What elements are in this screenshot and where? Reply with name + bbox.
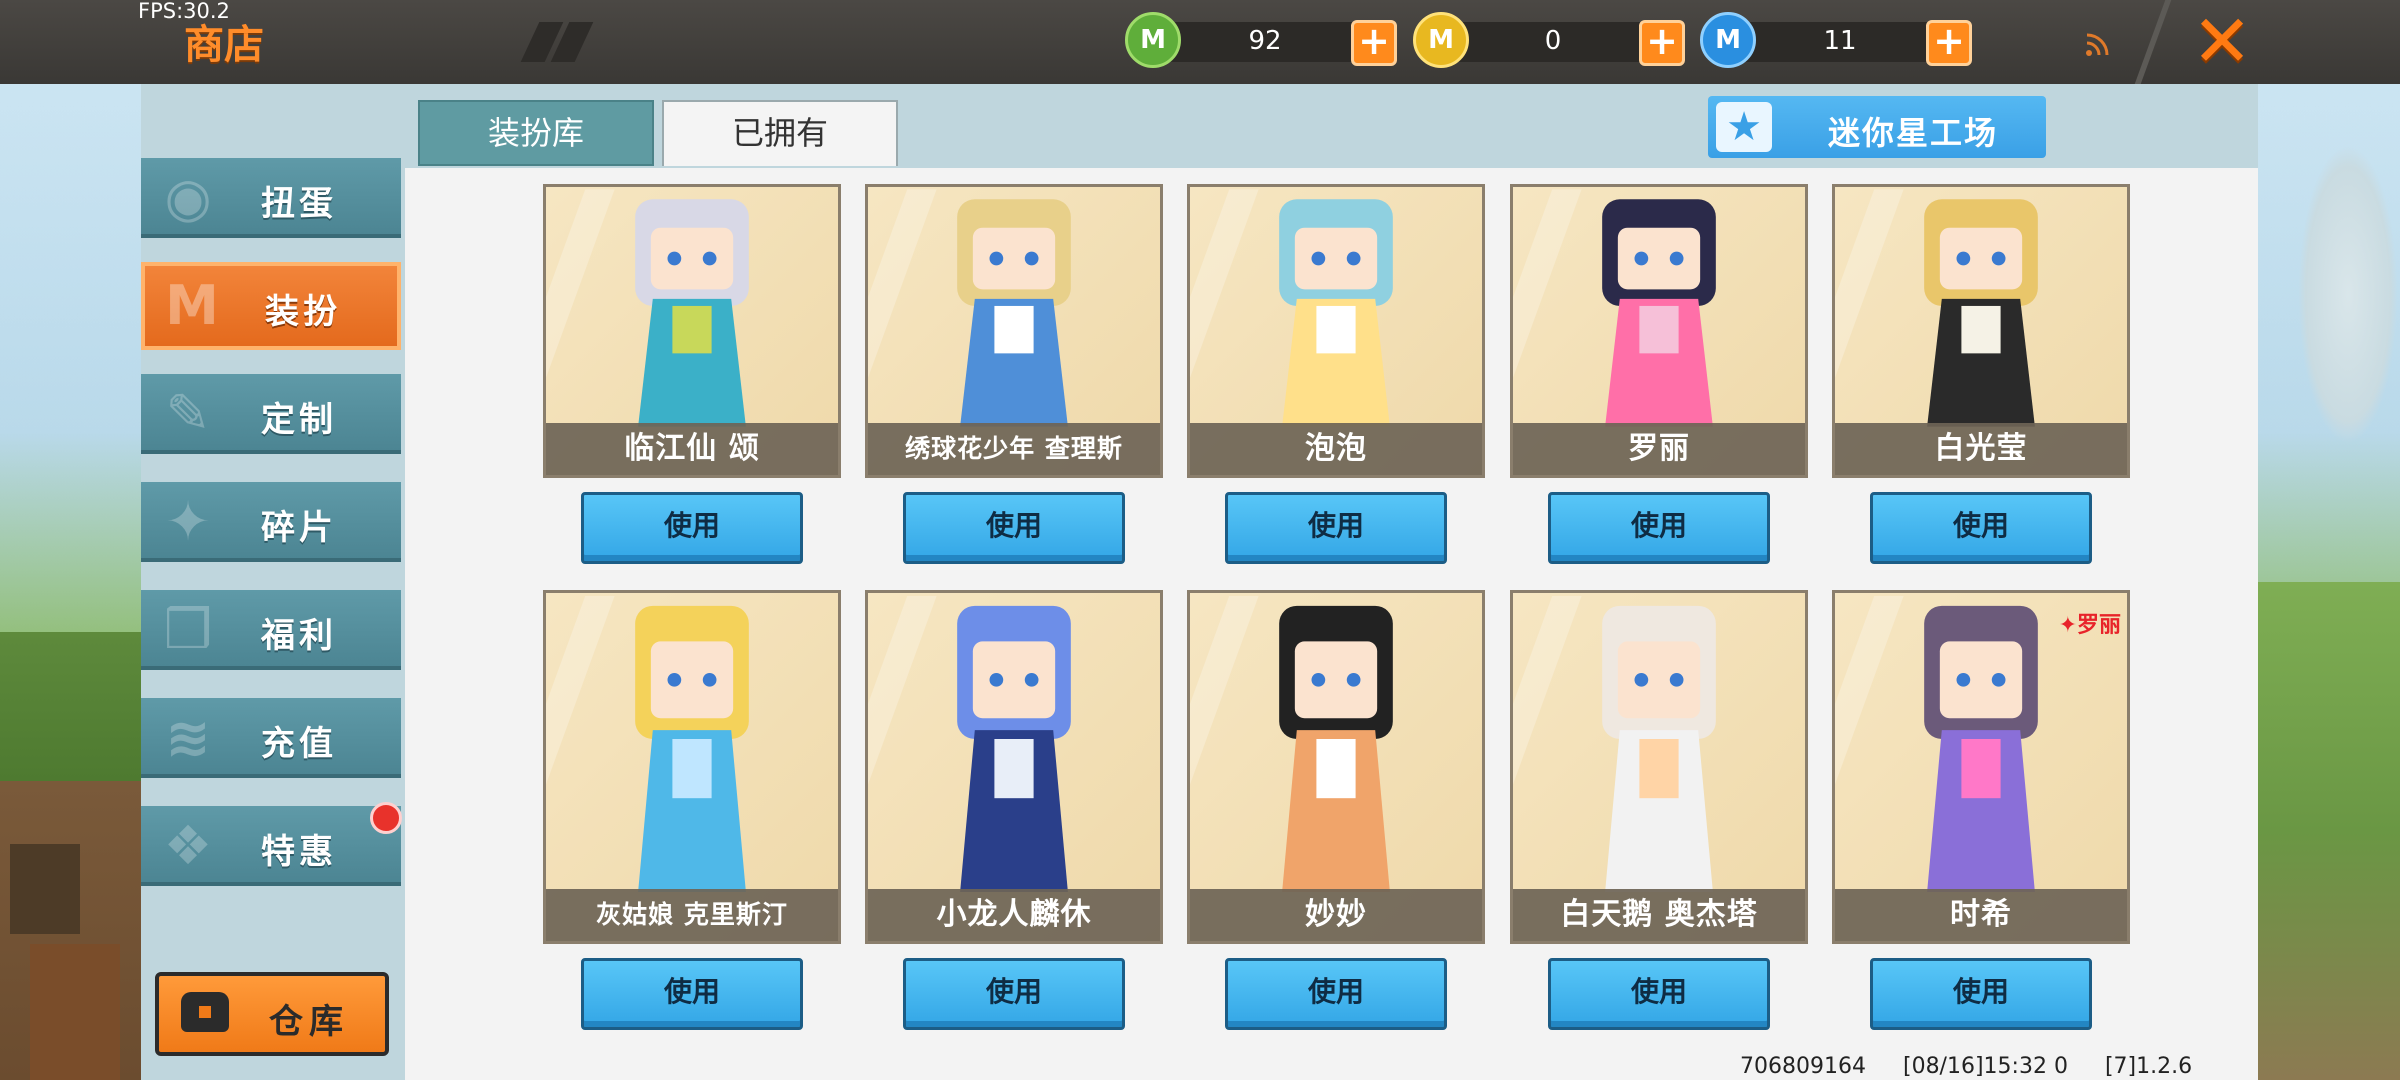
outfit-card[interactable]: 白光莹 [1832, 184, 2130, 478]
sidebar-item-customize[interactable]: ✎ 定制 [141, 374, 401, 454]
outfit-card[interactable]: ✦罗丽时希 [1832, 590, 2130, 944]
sidebar-item-welfare[interactable]: ❒ 福利 [141, 590, 401, 670]
sidebar-item-label: 充值 [261, 724, 337, 764]
sidebar-item-label: 福利 [261, 616, 337, 656]
gold-coin-icon: M [1413, 12, 1469, 68]
background-scenery-right [2258, 84, 2400, 1080]
sidebar-item-label: 扭蛋 [261, 184, 337, 224]
background-block [10, 844, 80, 934]
outfit-name: 时希 [1835, 889, 2127, 941]
gift-icon: ❒ [163, 598, 213, 661]
outfit-name: 小龙人麟休 [868, 889, 1160, 941]
chest-icon [181, 992, 229, 1032]
outfit-card[interactable]: 泡泡 [1187, 184, 1485, 478]
use-button[interactable]: 使用 [1870, 492, 2092, 564]
sidebar-item-outfit[interactable]: M 装扮 [141, 262, 401, 350]
character-figure [1835, 189, 2038, 427]
storage-button[interactable]: 仓库 [155, 972, 389, 1056]
use-button[interactable]: 使用 [903, 492, 1125, 564]
use-button[interactable]: 使用 [1870, 958, 2092, 1030]
star-icon: ★ [1716, 102, 1772, 152]
sidebar-item-label: 装扮 [265, 292, 341, 332]
add-gold-coins-button[interactable]: + [1639, 20, 1685, 66]
shirt-icon: M [165, 274, 219, 337]
currency-value: 0 [1544, 26, 1562, 56]
background-block [30, 944, 120, 1080]
outfit-name: 灰姑娘 克里斯汀 [546, 889, 838, 941]
use-button[interactable]: 使用 [581, 492, 803, 564]
puzzle-icon: ✦ [165, 490, 211, 553]
outfit-name: 白光莹 [1835, 423, 2127, 475]
character-figure [1513, 596, 1716, 892]
outfit-name: 罗丽 [1513, 423, 1805, 475]
sidebar-item-fragments[interactable]: ✦ 碎片 [141, 482, 401, 562]
character-figure [868, 189, 1071, 427]
workshop-label: 迷你星工场 [1828, 114, 1999, 152]
outfit-name: 妙妙 [1190, 889, 1482, 941]
outfit-name: 泡泡 [1190, 423, 1482, 475]
tab-owned[interactable]: 已拥有 [662, 100, 898, 166]
close-button[interactable]: ✕ [2190, 5, 2254, 77]
use-button[interactable]: 使用 [1225, 958, 1447, 1030]
outfit-card[interactable]: 小龙人麟休 [865, 590, 1163, 944]
top-bar: FPS:30.2 商店 M 92 + M 0 + M 11 + ✕ [0, 0, 2400, 84]
use-button[interactable]: 使用 [1548, 958, 1770, 1030]
currency-value: 92 [1248, 26, 1282, 56]
divider [2134, 0, 2172, 84]
sidebar-item-label: 特惠 [261, 832, 337, 872]
use-button[interactable]: 使用 [1548, 492, 1770, 564]
character-figure [546, 596, 749, 892]
outfit-card[interactable]: 白天鹅 奥杰塔 [1510, 590, 1808, 944]
use-button[interactable]: 使用 [903, 958, 1125, 1030]
timestamp: [08/16]15:32 0 [1902, 1054, 2068, 1079]
use-button[interactable]: 使用 [581, 958, 803, 1030]
user-id: 706809164 [1740, 1054, 1866, 1079]
outfit-name: 绣球花少年 查理斯 [868, 423, 1160, 475]
outfit-card[interactable]: 绣球花少年 查理斯 [865, 184, 1163, 478]
sidebar-item-label: 碎片 [261, 508, 337, 548]
capsule-icon: ◉ [164, 166, 212, 229]
page-title: 商店 [184, 22, 264, 68]
pencil-icon: ✎ [165, 382, 211, 445]
outfit-name: 临江仙 颂 [546, 423, 838, 475]
sidebar-item-label: 定制 [261, 400, 337, 440]
character-figure [868, 596, 1071, 892]
blue-coin-icon: M [1700, 12, 1756, 68]
mini-workshop-button[interactable]: ★ 迷你星工场 [1708, 96, 2046, 158]
currency-value: 11 [1823, 26, 1857, 56]
notification-dot [370, 802, 402, 834]
outfit-card[interactable]: 灰姑娘 克里斯汀 [543, 590, 841, 944]
outfit-name: 白天鹅 奥杰塔 [1513, 889, 1805, 941]
tab-outfit-library[interactable]: 装扮库 [418, 100, 654, 166]
outfit-card[interactable]: 罗丽 [1510, 184, 1808, 478]
character-figure [1513, 189, 1716, 427]
version: [7]1.2.6 [2104, 1054, 2193, 1079]
outfit-tag: ✦罗丽 [2058, 613, 2121, 638]
use-button[interactable]: 使用 [1225, 492, 1447, 564]
coins-icon: ≋ [165, 706, 211, 769]
green-gem-icon: M [1125, 12, 1181, 68]
add-blue-coins-button[interactable]: + [1926, 20, 1972, 66]
character-figure [1190, 189, 1393, 427]
background-tree [2298, 144, 2398, 444]
sidebar-item-capsule[interactable]: ◉ 扭蛋 [141, 158, 401, 238]
storage-label: 仓库 [269, 1002, 349, 1042]
sidebar-item-special-offer[interactable]: ❖ 特惠 [141, 806, 401, 886]
outfit-card[interactable]: 妙妙 [1187, 590, 1485, 944]
add-green-gems-button[interactable]: + [1351, 20, 1397, 66]
background-scenery-left [0, 84, 141, 1080]
sidebar-item-recharge[interactable]: ≋ 充值 [141, 698, 401, 778]
character-figure [546, 189, 749, 427]
outfit-card[interactable]: 临江仙 颂 [543, 184, 841, 478]
signal-icon [2086, 33, 2109, 56]
character-figure [1190, 596, 1393, 892]
discount-icon: ❖ [163, 814, 213, 877]
footer-info: 706809164 [08/16]15:32 0 [7]1.2.6 [1740, 1054, 2222, 1079]
